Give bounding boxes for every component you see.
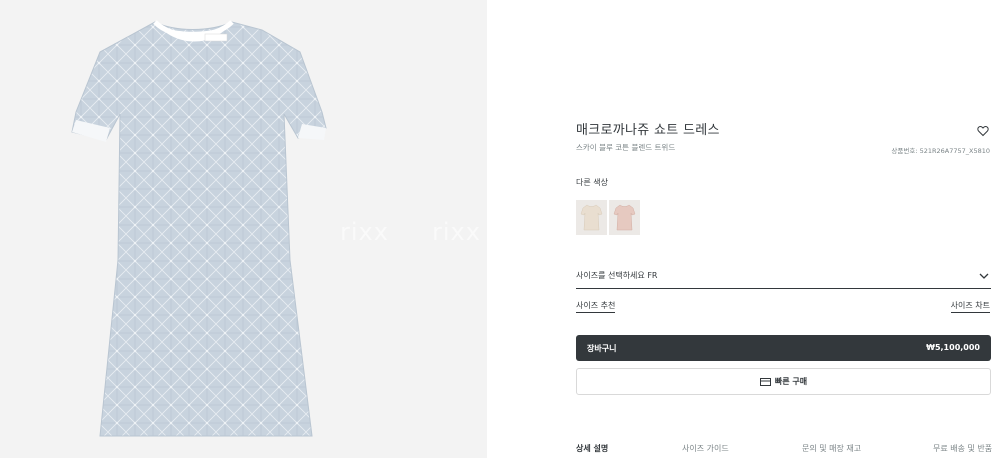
dress-image: [71, 20, 327, 437]
color-swatch-pink[interactable]: [609, 200, 640, 235]
product-title: 매크로까나쥬 쇼트 드레스: [576, 123, 720, 138]
watermark-text: rixx: [432, 218, 481, 246]
watermark-text: rixx: [522, 218, 571, 246]
other-colors-label: 다른 색상: [576, 178, 608, 187]
product-image-panel: rixx rixx: [0, 0, 487, 458]
color-swatch-beige[interactable]: [576, 200, 607, 235]
chevron-down-icon: [979, 273, 989, 279]
size-select-dropdown[interactable]: 사이즈를 선택하세요 FR: [576, 266, 991, 289]
price: ₩5,100,000: [926, 343, 980, 352]
beige-dress-thumbnail: [580, 204, 603, 231]
tab-inquiry-stock[interactable]: 문의 및 매장 재고: [802, 443, 861, 454]
size-select-label: 사이즈를 선택하세요 FR: [576, 271, 658, 280]
tab-size-guide[interactable]: 사이즈 가이드: [682, 443, 729, 454]
cart-label: 장바구니: [587, 344, 617, 353]
tab-details[interactable]: 상세 설명: [576, 443, 608, 454]
pink-dress-thumbnail: [613, 204, 636, 231]
product-subtitle: 스카이 블루 코튼 블렌드 트위드: [576, 143, 676, 152]
product-reference: 상품번호: 521R26A7757_X5810: [891, 147, 990, 155]
card-icon: [759, 377, 771, 386]
heart-outline-icon: [977, 126, 989, 137]
wishlist-button[interactable]: [977, 122, 989, 137]
tab-shipping-returns[interactable]: 무료 배송 및 반품: [933, 443, 992, 454]
size-recommend-link[interactable]: 사이즈 추천: [576, 300, 616, 313]
add-to-cart-button[interactable]: 장바구니 ₩5,100,000: [576, 335, 991, 361]
quick-buy-label: 빠른 구매: [774, 377, 808, 386]
watermark-text: rixx: [340, 218, 389, 246]
quick-buy-button[interactable]: 빠른 구매: [576, 368, 991, 395]
size-chart-link[interactable]: 사이즈 차트: [950, 300, 990, 313]
